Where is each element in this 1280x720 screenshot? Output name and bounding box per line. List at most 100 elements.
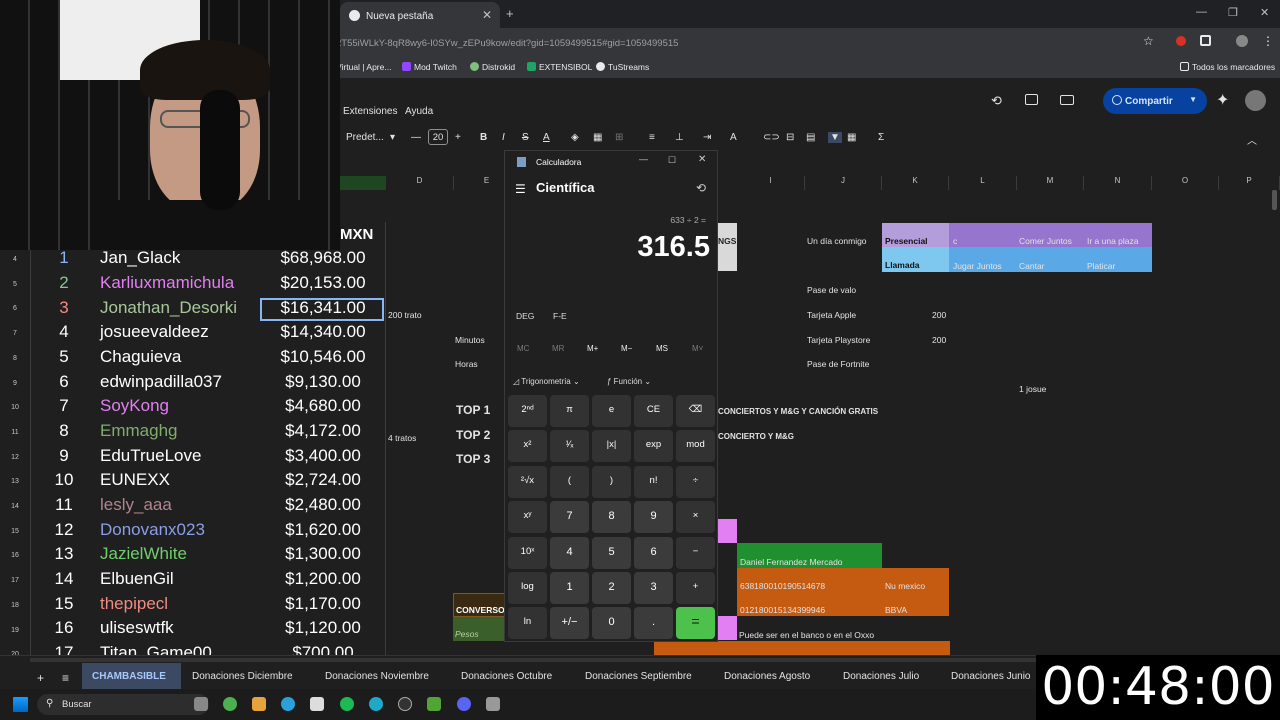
cell[interactable]: Un día conmigo xyxy=(807,236,867,246)
decrease-font-button[interactable]: — xyxy=(411,132,421,143)
borders-icon[interactable]: ▦ xyxy=(593,132,602,143)
calc-key[interactable]: 6 xyxy=(634,536,673,569)
vertical-align-icon[interactable]: ⊥ xyxy=(675,132,684,143)
calc-key[interactable]: ( xyxy=(550,465,589,498)
donor-name-cell[interactable]: EduTrueLove xyxy=(100,446,201,466)
calc-key[interactable]: 0 xyxy=(592,607,631,640)
bookmark-star-icon[interactable]: ☆ xyxy=(1143,34,1154,48)
donation-amount-cell[interactable]: $2,480.00 xyxy=(262,495,384,515)
sheet-tab[interactable]: Donaciones Noviembre xyxy=(325,671,429,682)
collapse-toolbar-icon[interactable]: ︿ xyxy=(1247,132,1257,147)
donation-amount-cell[interactable]: $700.00 xyxy=(262,643,384,655)
cell[interactable]: Presencial xyxy=(882,223,949,247)
cell[interactable]: Pase de valo xyxy=(807,285,856,295)
cell[interactable]: Jugar Juntos xyxy=(953,261,1002,271)
calc-key[interactable]: ln xyxy=(508,607,547,640)
cell[interactable]: Pase de Fortnite xyxy=(807,359,869,369)
cell[interactable]: 200 trato xyxy=(388,310,422,320)
cell[interactable]: Daniel Fernandez Mercado xyxy=(737,543,882,568)
row-header[interactable]: 6 xyxy=(0,305,30,312)
row-header[interactable]: 10 xyxy=(0,404,30,411)
donation-amount-cell[interactable]: $68,968.00 xyxy=(262,248,384,268)
cell[interactable]: c xyxy=(953,236,957,246)
url-field[interactable]: 2T55iWLkY-8qR8wy6-I0SYw_zEPu9kow/edit?gi… xyxy=(336,34,1162,52)
cell[interactable]: 638180010190514678 xyxy=(737,568,882,592)
meet-icon[interactable] xyxy=(1060,95,1074,105)
all-bookmarks-folder[interactable]: Todos los marcadores xyxy=(1180,62,1275,72)
row-header[interactable]: 16 xyxy=(0,552,30,559)
calc-key[interactable]: 4 xyxy=(550,536,589,569)
capcut-icon[interactable] xyxy=(310,697,324,711)
column-header[interactable]: J xyxy=(805,176,882,190)
column-header[interactable]: K xyxy=(882,176,949,190)
wrap-icon[interactable]: ⇥ xyxy=(703,132,711,143)
minecraft-icon[interactable] xyxy=(427,697,441,711)
cell[interactable]: 4 tratos xyxy=(388,433,416,443)
sheet-tab[interactable]: Donaciones Julio xyxy=(843,671,919,682)
calc-close-button[interactable]: ✕ xyxy=(698,154,706,165)
trigonometry-dropdown[interactable]: ◿ Trigonometría ⌄ xyxy=(513,377,580,386)
comment-icon[interactable]: ⊟ xyxy=(786,132,794,143)
donor-name-cell[interactable]: JazielWhite xyxy=(100,544,187,564)
donor-name-cell[interactable]: Jan_Glack xyxy=(100,248,180,268)
calc-key[interactable]: n! xyxy=(634,465,673,498)
donor-name-cell[interactable]: Emmaghg xyxy=(100,421,177,441)
spotify-icon[interactable] xyxy=(340,697,354,711)
memory-recall-button[interactable]: MR xyxy=(552,344,564,353)
rank-cell[interactable]: 13 xyxy=(30,544,98,564)
sheet-tab[interactable]: Donaciones Agosto xyxy=(724,671,810,682)
rank-cell[interactable]: 11 xyxy=(30,495,98,515)
calc-key[interactable]: e xyxy=(592,395,631,427)
donor-name-cell[interactable]: Titan_Game00 xyxy=(100,643,212,655)
donation-amount-cell[interactable]: $1,120.00 xyxy=(262,618,384,638)
rank-cell[interactable]: 4 xyxy=(30,322,98,342)
row-header[interactable]: 11 xyxy=(0,429,30,436)
strikethrough-button[interactable]: S xyxy=(522,132,529,143)
calc-key[interactable]: 3 xyxy=(634,572,673,604)
donor-name-cell[interactable]: Karliuxmamichula xyxy=(100,273,234,293)
cell[interactable]: 200 xyxy=(932,335,946,345)
row-header[interactable]: 4 xyxy=(0,256,30,263)
discord-icon[interactable] xyxy=(457,697,471,711)
memory-list-button[interactable]: M˅ xyxy=(692,344,703,353)
calc-key[interactable]: + xyxy=(676,572,715,604)
calculator-icon[interactable] xyxy=(486,697,500,711)
chart-icon[interactable]: ▤ xyxy=(806,132,815,143)
cell[interactable]: NGS xyxy=(718,223,737,271)
rank-cell[interactable]: 2 xyxy=(30,273,98,293)
rank-cell[interactable]: 17 xyxy=(30,643,98,655)
rank-cell[interactable]: 8 xyxy=(30,421,98,441)
share-button[interactable]: Compartir ▼ xyxy=(1103,88,1207,114)
donation-amount-cell[interactable]: $2,724.00 xyxy=(262,470,384,490)
obs-icon[interactable] xyxy=(398,697,412,711)
cell[interactable]: Nu mexico xyxy=(882,568,949,592)
all-sheets-icon[interactable]: ≡ xyxy=(62,671,69,685)
close-tab-icon[interactable]: ✕ xyxy=(482,8,492,22)
new-tab-button[interactable]: + xyxy=(506,6,514,21)
history-icon[interactable]: ⟲ xyxy=(696,181,706,195)
row-header[interactable]: 5 xyxy=(0,281,30,288)
calc-key[interactable]: CE xyxy=(634,395,673,427)
cell[interactable]: TOP 2 xyxy=(456,428,490,442)
filter-icon[interactable]: ▼ xyxy=(828,132,842,143)
memory-subtract-button[interactable]: M− xyxy=(621,344,632,353)
cell[interactable]: CONCIERTO Y M&G xyxy=(718,432,794,441)
calc-key[interactable]: 8 xyxy=(592,501,631,534)
cell[interactable]: Llamada xyxy=(882,247,949,272)
cell[interactable]: BBVA xyxy=(882,592,949,616)
cell[interactable]: TOP 1 xyxy=(456,403,490,417)
bookmark-item[interactable]: TuStreams xyxy=(596,62,649,72)
sheet-tab[interactable]: Donaciones Septiembre xyxy=(585,671,692,682)
sheet-tab[interactable]: Donaciones Octubre xyxy=(461,671,552,682)
rank-cell[interactable]: 5 xyxy=(30,347,98,367)
bookmark-item[interactable]: Mod Twitch xyxy=(402,62,457,72)
donor-name-cell[interactable]: ElbuenGil xyxy=(100,569,174,589)
history-icon[interactable]: ⟲ xyxy=(991,93,1002,109)
calc-key[interactable]: ¹⁄ₓ xyxy=(550,430,589,463)
cell[interactable]: 1 josue xyxy=(1019,384,1046,394)
row-header[interactable]: 17 xyxy=(0,577,30,584)
donor-name-cell[interactable]: thepipecl xyxy=(100,594,168,614)
calc-key[interactable]: = xyxy=(676,607,715,640)
cell[interactable]: Platicar xyxy=(1087,261,1115,271)
cell[interactable]: CONVERSO xyxy=(453,593,505,617)
